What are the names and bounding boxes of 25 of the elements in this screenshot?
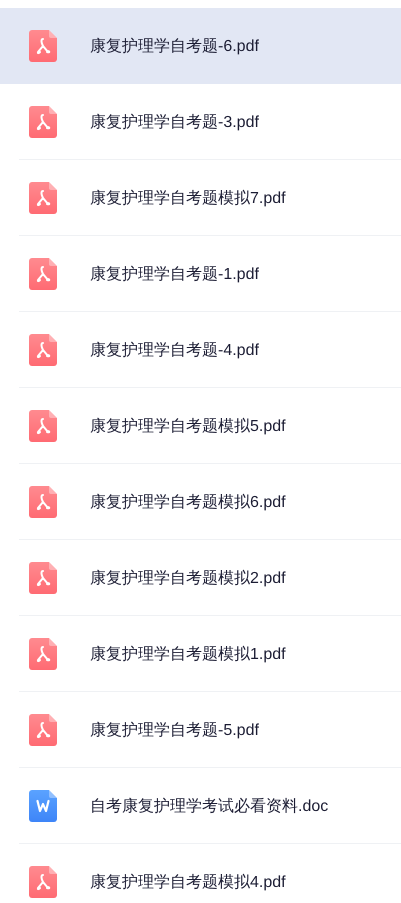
pdf-file-icon [29, 562, 57, 594]
file-name: 康复护理学自考题-4.pdf [90, 340, 259, 360]
file-name: 康复护理学自考题模拟2.pdf [90, 568, 286, 588]
pdf-file-icon [29, 714, 57, 746]
file-name: 康复护理学自考题模拟6.pdf [90, 492, 286, 512]
pdf-file-icon [29, 106, 57, 138]
file-name: 康复护理学自考题模拟1.pdf [90, 644, 286, 664]
file-name: 康复护理学自考题-1.pdf [90, 264, 259, 284]
pdf-file-icon [29, 486, 57, 518]
file-name: 康复护理学自考题模拟5.pdf [90, 416, 286, 436]
file-name: 康复护理学自考题模拟4.pdf [90, 872, 286, 892]
pdf-file-icon [29, 334, 57, 366]
pdf-file-icon [29, 258, 57, 290]
file-row[interactable]: 康复护理学自考题-6.pdf [0, 8, 401, 84]
file-name: 康复护理学自考题-5.pdf [90, 720, 259, 740]
file-name: 康复护理学自考题-3.pdf [90, 112, 259, 132]
file-name: 自考康复护理学考试必看资料.doc [90, 796, 328, 816]
pdf-file-icon [29, 638, 57, 670]
word-file-icon [29, 790, 57, 822]
pdf-file-icon [29, 182, 57, 214]
file-name: 康复护理学自考题-6.pdf [90, 36, 259, 56]
pdf-file-icon [29, 410, 57, 442]
file-name: 康复护理学自考题模拟7.pdf [90, 188, 286, 208]
pdf-file-icon [29, 866, 57, 898]
pdf-file-icon [29, 30, 57, 62]
